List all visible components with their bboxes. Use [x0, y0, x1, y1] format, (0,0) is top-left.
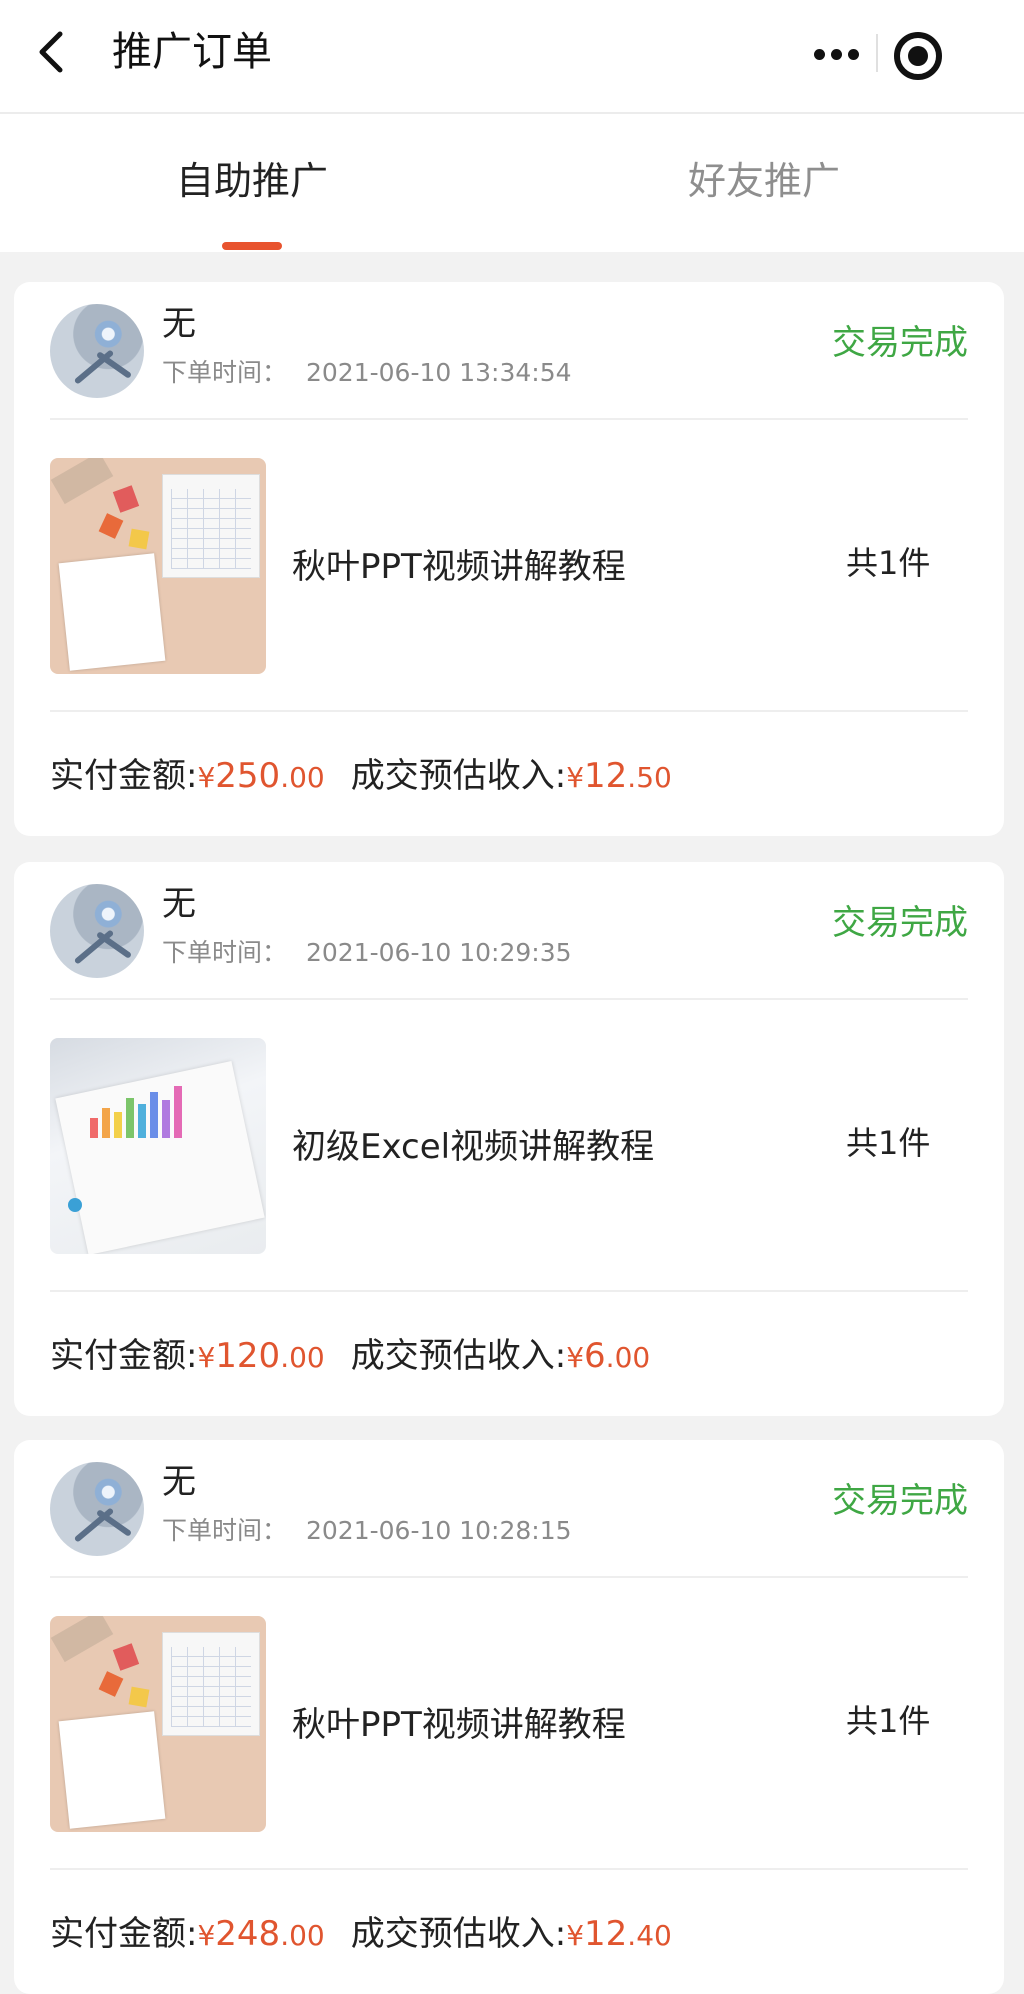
navigation-bar: 推广订单: [0, 0, 1024, 114]
mini-program-capsule: [786, 16, 974, 90]
divider: [50, 1576, 968, 1578]
divider: [50, 1868, 968, 1870]
order-card[interactable]: 无 下单时间： 2021-06-10 10:28:15 交易完成 秋叶PPT视频…: [14, 1440, 1004, 1994]
more-button[interactable]: [786, 16, 876, 90]
product-quantity: 共1件: [846, 544, 931, 582]
paid-amount-dec: .00: [280, 761, 325, 794]
income-currency: ¥: [566, 1919, 585, 1952]
paid-amount-int: 250: [215, 756, 281, 796]
income-label: 成交预估收入:: [350, 1336, 567, 1376]
product-title[interactable]: 秋叶PPT视频讲解教程: [292, 1702, 626, 1748]
product-quantity: 共1件: [846, 1702, 931, 1740]
income-int: 12: [584, 1914, 628, 1954]
order-amounts: 实付金额:¥250.00 成交预估收入:¥12.50: [50, 752, 672, 802]
active-tab-indicator: [222, 242, 282, 250]
product-image[interactable]: [50, 458, 266, 674]
buyer-name: 无: [162, 304, 196, 344]
order-status: 交易完成: [832, 903, 968, 943]
page-title: 推广订单: [112, 29, 272, 75]
order-time-label: 下单时间：: [162, 358, 288, 387]
order-card[interactable]: 无 下单时间： 2021-06-10 13:34:54 交易完成 秋叶PPT视频…: [14, 282, 1004, 836]
paid-amount-label: 实付金额:: [50, 1914, 198, 1954]
order-status: 交易完成: [832, 1481, 968, 1521]
order-time-label: 下单时间：: [162, 1516, 288, 1545]
income-dec: .50: [627, 761, 672, 794]
order-time-label: 下单时间：: [162, 938, 288, 967]
paid-amount-int: 120: [215, 1336, 281, 1376]
back-arrow-icon: [39, 31, 63, 73]
income-currency: ¥: [566, 761, 585, 794]
paid-amount-label: 实付金额:: [50, 1336, 198, 1376]
more-dots-icon: [814, 49, 825, 60]
order-card[interactable]: 无 下单时间： 2021-06-10 10:29:35 交易完成 初级Excel…: [14, 862, 1004, 1416]
income-int: 12: [584, 756, 628, 796]
income-dec: .40: [627, 1919, 672, 1952]
divider: [50, 710, 968, 712]
paid-amount-int: 248: [215, 1914, 281, 1954]
divider: [50, 1290, 968, 1292]
product-quantity: 共1件: [846, 1124, 931, 1162]
paid-amount-label: 实付金额:: [50, 756, 198, 796]
income-label: 成交预估收入:: [350, 1914, 567, 1954]
avatar: [50, 884, 144, 978]
close-button[interactable]: [894, 32, 942, 80]
order-time: 2021-06-10 13:34:54: [306, 358, 572, 387]
tab-friend-promotion[interactable]: 好友推广: [688, 156, 840, 206]
income-currency: ¥: [566, 1341, 585, 1374]
order-amounts: 实付金额:¥120.00 成交预估收入:¥6.00: [50, 1332, 650, 1382]
buyer-name: 无: [162, 884, 196, 924]
paid-currency: ¥: [197, 1919, 216, 1952]
order-status: 交易完成: [832, 323, 968, 363]
income-dec: .00: [605, 1341, 651, 1374]
income-label: 成交预估收入:: [350, 756, 567, 796]
paid-amount-dec: .00: [280, 1341, 325, 1374]
capsule-divider: [876, 34, 878, 72]
product-title[interactable]: 初级Excel视频讲解教程: [292, 1124, 654, 1170]
divider: [50, 418, 968, 420]
divider: [50, 998, 968, 1000]
order-amounts: 实付金额:¥248.00 成交预估收入:¥12.40: [50, 1910, 672, 1960]
avatar: [50, 304, 144, 398]
product-title[interactable]: 秋叶PPT视频讲解教程: [292, 544, 626, 590]
order-time: 2021-06-10 10:29:35: [306, 938, 572, 967]
paid-currency: ¥: [197, 761, 216, 794]
tab-self-promotion[interactable]: 自助推广: [176, 156, 328, 206]
product-image[interactable]: [50, 1616, 266, 1832]
income-int: 6: [584, 1336, 606, 1376]
buyer-name: 无: [162, 1462, 196, 1502]
avatar: [50, 1462, 144, 1556]
back-button[interactable]: [30, 22, 80, 82]
paid-amount-dec: .00: [280, 1919, 325, 1952]
order-time: 2021-06-10 10:28:15: [306, 1516, 572, 1545]
paid-currency: ¥: [197, 1341, 216, 1374]
product-image[interactable]: [50, 1038, 266, 1254]
tab-bar: 自助推广 好友推广: [0, 114, 1024, 252]
